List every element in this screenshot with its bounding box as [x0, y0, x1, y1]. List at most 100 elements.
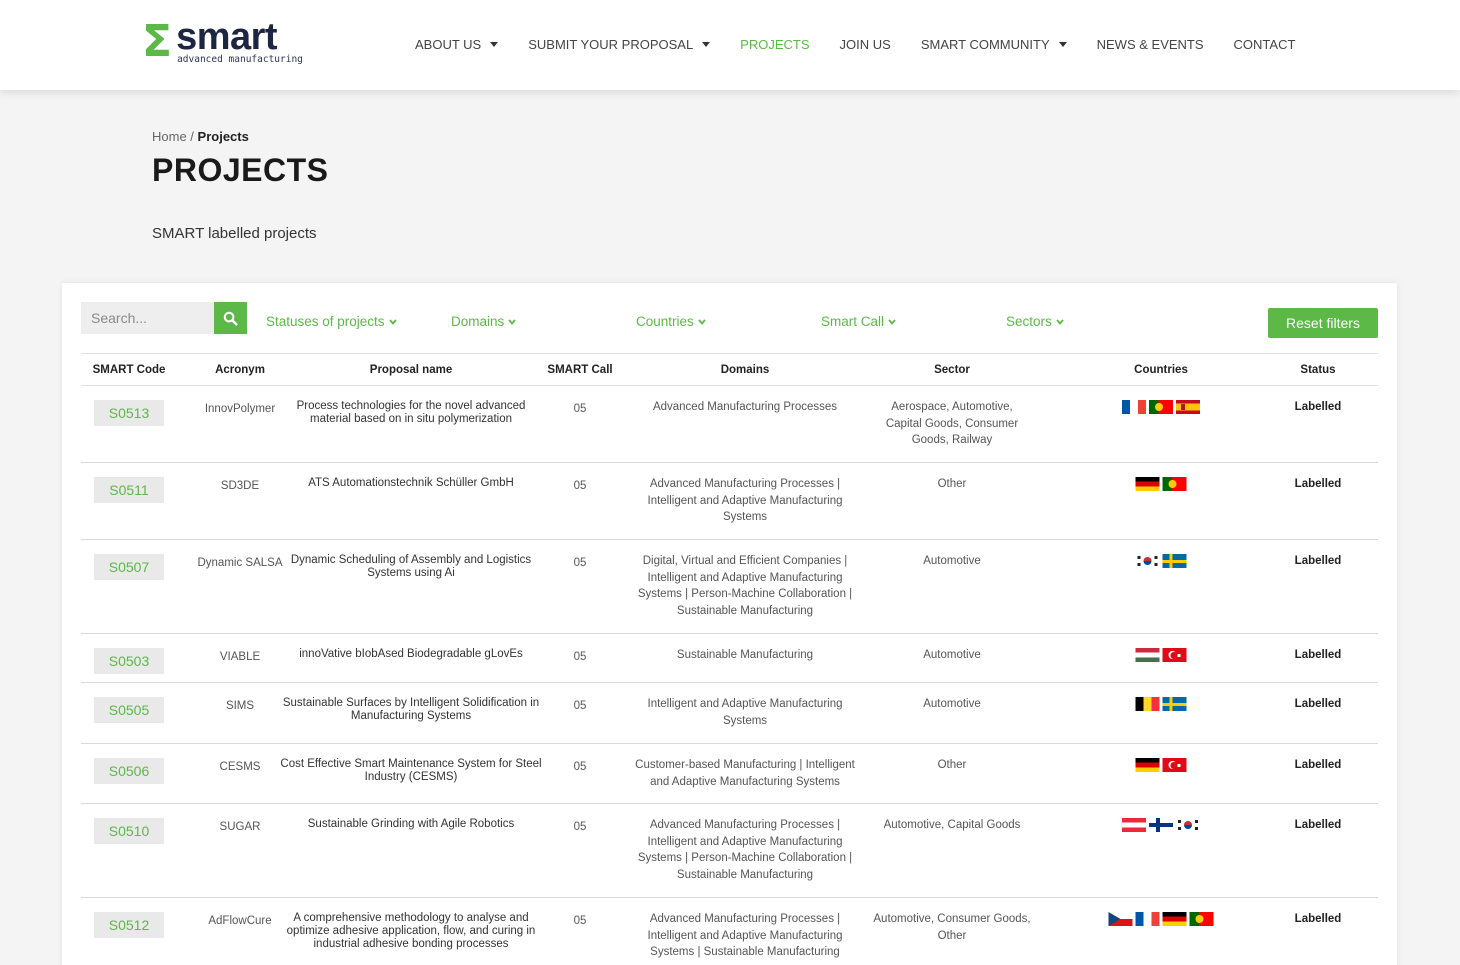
table-row[interactable]: S0505 SIMS Sustainable Surfaces by Intelli… [81, 683, 1378, 744]
proposal-name-cell: Sustainable Surfaces by Intelligent Soli… [282, 697, 540, 722]
smart-code-badge[interactable]: S0510 [94, 818, 164, 844]
breadcrumb-home-link[interactable]: Home [152, 129, 187, 144]
main-nav: ABOUT US SUBMIT YOUR PROPOSAL PROJECTS JOIN… [415, 0, 1325, 88]
smart-logo[interactable]: Σ smart advanced manufacturing [142, 16, 303, 68]
smart-code-badge[interactable]: S0506 [94, 758, 164, 784]
proposal-name-cell: A comprehensive methodology to analyse a… [286, 912, 536, 950]
projects-card: Statuses of projects Domains Countries S… [62, 283, 1397, 965]
domains-cell: Digital, Virtual and Efficient Companies… [637, 555, 853, 617]
status-cell: Labelled [1294, 698, 1342, 710]
status-cell: Labelled [1294, 555, 1342, 567]
proposal-name-cell: innoVative bIobAsed Biodegradable gLovEs [299, 648, 523, 660]
status-cell: Labelled [1294, 759, 1342, 771]
smart-code-badge[interactable]: S0505 [94, 697, 164, 723]
search-icon [223, 311, 238, 326]
column-header[interactable]: SMART Call [547, 364, 612, 376]
column-header[interactable]: Acronym [215, 364, 265, 376]
nav-item-label: ABOUT US [415, 36, 482, 52]
smart-code-badge[interactable]: S0513 [94, 400, 164, 426]
smart-call-filter[interactable]: Smart Call [821, 314, 896, 329]
table-row[interactable]: S0510 SUGAR Sustainable Grinding with Agil… [81, 804, 1378, 898]
search-input[interactable] [81, 302, 215, 334]
sector-cell: Aerospace, Automotive, Capital Goods, Co… [885, 401, 1019, 446]
breadcrumb-current: Projects [197, 129, 249, 144]
table-row[interactable]: S0507 Dynamic SALSA Dynamic Scheduling of … [81, 540, 1378, 634]
table-header: SMART Code Acronym Proposal name SMART Call… [81, 353, 1378, 386]
nav-item-submit-your-proposal[interactable]: SUBMIT YOUR PROPOSAL [528, 37, 711, 52]
smart-code-badge[interactable]: S0512 [94, 912, 164, 938]
column-header[interactable]: Status [1300, 364, 1335, 376]
smart-call-cell: 05 [573, 557, 587, 569]
table-row[interactable]: S0506 CESMS Cost Effective Smart Maintenan… [81, 744, 1378, 804]
country-flags [1108, 912, 1214, 926]
flag-fr-icon [1135, 912, 1160, 926]
domains-cell: Intelligent and Adaptive Manufacturing S… [647, 698, 843, 727]
sectors-filter[interactable]: Sectors [1006, 314, 1064, 329]
sectors-filter-label: Sectors [1006, 314, 1052, 329]
status-cell: Labelled [1294, 819, 1342, 831]
proposal-name-cell: Process technologies for the novel advan… [296, 400, 526, 425]
sector-cell: Other [937, 759, 967, 771]
domains-cell: Advanced Manufacturing Processes [652, 401, 838, 413]
smart-call-cell: 05 [573, 915, 587, 927]
column-header[interactable]: Countries [1134, 364, 1188, 376]
nav-item-about-us[interactable]: ABOUT US [415, 36, 499, 52]
table-row[interactable]: S0503 VIABLE innoVative bIobAsed Biodegrad… [81, 634, 1378, 683]
domains-filter-label: Domains [451, 314, 505, 329]
flag-be-icon [1135, 697, 1160, 711]
countries-filter[interactable]: Countries [636, 314, 706, 329]
flag-tr-icon [1162, 648, 1187, 662]
flag-de-icon [1135, 477, 1160, 491]
chevron-down-icon [888, 318, 896, 325]
flag-se-icon [1162, 697, 1187, 711]
caret-down-icon [490, 41, 499, 47]
status-cell: Labelled [1294, 401, 1342, 413]
flag-hu-icon [1135, 648, 1160, 662]
search-button[interactable] [214, 302, 247, 334]
logo-word: smart [176, 16, 278, 58]
domains-cell: Customer-based Manufacturing | Intellige… [635, 759, 855, 788]
nav-item-smart-community[interactable]: SMART COMMUNITY [921, 37, 1067, 52]
domains-cell: Advanced Manufacturing Processes | Intel… [647, 913, 843, 958]
statuses-filter[interactable]: Statuses of projects [266, 314, 397, 329]
flag-pt-icon [1162, 477, 1187, 491]
countries-filter-label: Countries [636, 314, 694, 329]
column-header[interactable]: Domains [721, 364, 770, 376]
flag-de-icon [1162, 912, 1187, 926]
nav-item-label: JOIN US [839, 36, 891, 52]
nav-item-label: NEWS & EVENTS [1096, 36, 1204, 52]
caret-down-icon [1058, 41, 1067, 47]
flag-kr-icon [1176, 818, 1200, 832]
sigma-logo-icon: Σ [142, 16, 173, 67]
sector-cell: Automotive, Consumer Goods, Other [873, 913, 1031, 942]
column-header[interactable]: Proposal name [370, 364, 452, 376]
column-header[interactable]: SMART Code [93, 364, 166, 376]
nav-item-news-events[interactable]: NEWS & EVENTS [1097, 37, 1204, 52]
status-cell: Labelled [1294, 913, 1342, 925]
domains-filter[interactable]: Domains [451, 314, 516, 329]
country-flags [1135, 697, 1187, 711]
domains-cell: Sustainable Manufacturing [676, 649, 814, 661]
sector-cell: Automotive [923, 698, 981, 710]
country-flags [1122, 818, 1200, 832]
table-row[interactable]: S0511 SD3DE ATS Automationstechnik Schülle… [81, 463, 1378, 540]
sector-cell: Automotive [923, 649, 981, 661]
table-row[interactable]: S0513 InnovPolymer Process technologies fo… [81, 386, 1378, 463]
reset-filters-button[interactable]: Reset filters [1268, 308, 1378, 338]
column-header[interactable]: Sector [934, 364, 970, 376]
nav-item-projects[interactable]: PROJECTS [740, 37, 809, 52]
flag-tr-icon [1162, 758, 1187, 772]
status-cell: Labelled [1294, 649, 1342, 661]
smart-code-badge[interactable]: S0503 [94, 648, 164, 674]
nav-item-contact[interactable]: CONTACT [1234, 37, 1296, 52]
smart-call-cell: 05 [573, 403, 587, 415]
sector-cell: Automotive, Capital Goods [883, 819, 1021, 831]
proposal-name-cell: Cost Effective Smart Maintenance System … [280, 758, 542, 783]
breadcrumb-separator: / [186, 129, 198, 144]
smart-code-badge[interactable]: S0507 [94, 554, 164, 580]
flag-de-icon [1135, 758, 1160, 772]
country-flags [1135, 758, 1187, 772]
table-row[interactable]: S0512 AdFlowCure A comprehensive methodolo… [81, 898, 1378, 965]
smart-code-badge[interactable]: S0511 [94, 477, 164, 503]
nav-item-join-us[interactable]: JOIN US [840, 37, 891, 52]
